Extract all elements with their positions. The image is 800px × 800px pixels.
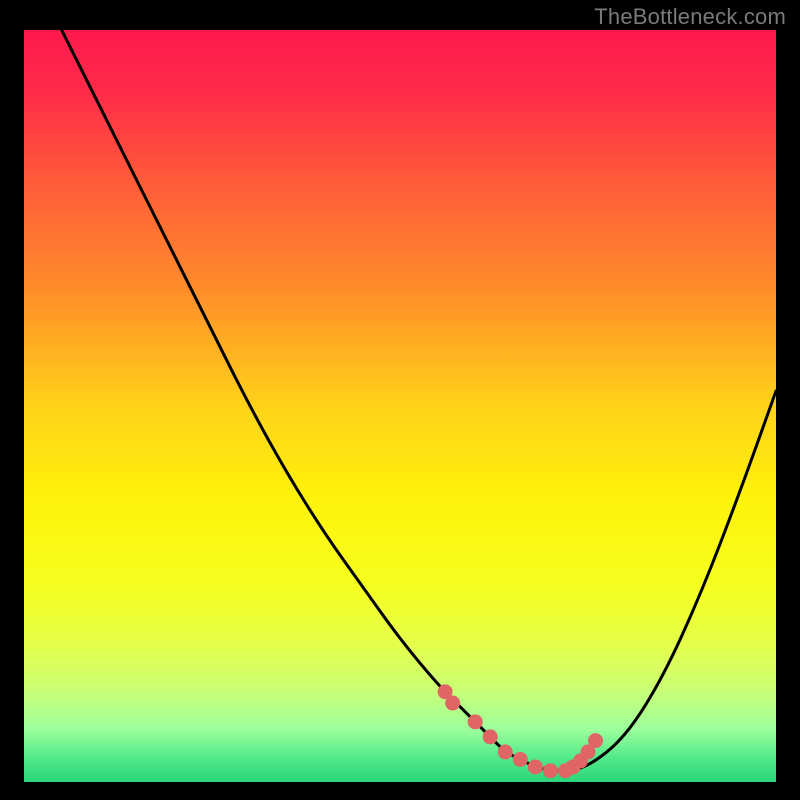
- highlight-marker: [588, 733, 603, 748]
- page-frame: TheBottleneck.com: [0, 0, 800, 800]
- highlight-marker: [498, 744, 513, 759]
- highlight-marker: [543, 763, 558, 778]
- highlight-marker: [483, 729, 498, 744]
- highlight-marker: [528, 759, 543, 774]
- highlight-marker: [468, 714, 483, 729]
- highlight-marker: [445, 696, 460, 711]
- chart-container: [24, 30, 776, 782]
- gradient-background: [24, 30, 776, 782]
- highlight-marker: [513, 752, 528, 767]
- bottleneck-chart: [24, 30, 776, 782]
- watermark-text: TheBottleneck.com: [594, 4, 786, 30]
